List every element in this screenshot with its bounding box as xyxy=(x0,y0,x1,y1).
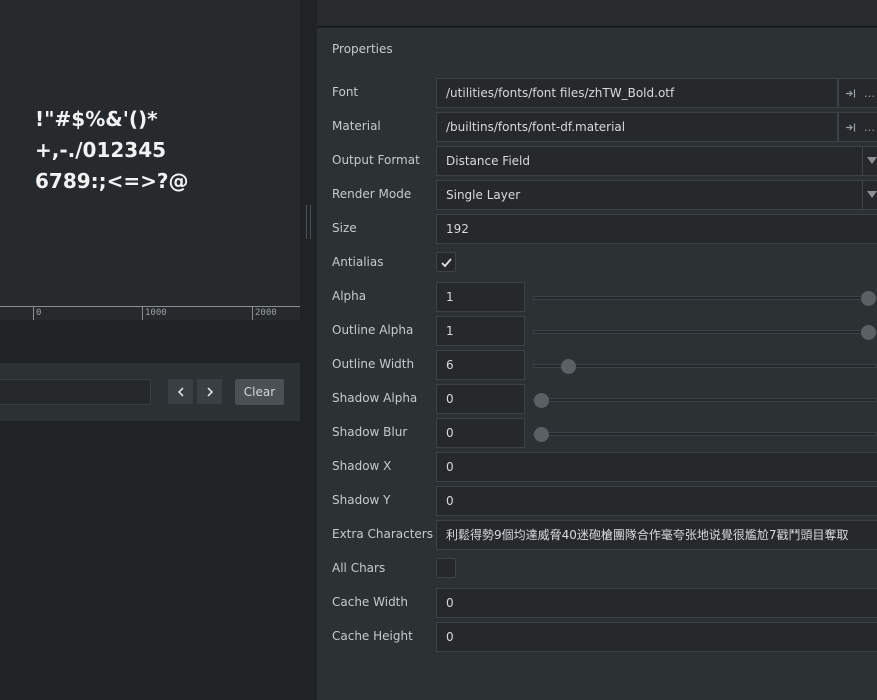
cache-height-field[interactable]: 0 xyxy=(436,622,877,652)
material-path-field[interactable]: /builtins/fonts/font-df.material xyxy=(436,112,838,142)
outline-alpha-slider[interactable] xyxy=(533,325,877,340)
property-label: Extra Characters xyxy=(332,527,433,541)
panel-title: Properties xyxy=(332,42,393,56)
ruler-tick xyxy=(252,307,253,320)
ellipsis-icon[interactable]: … xyxy=(864,121,875,134)
render-mode-select[interactable]: Single Layer xyxy=(436,180,877,210)
slider-knob[interactable] xyxy=(861,325,876,340)
slider-knob[interactable] xyxy=(861,291,876,306)
ruler-label: 2000 xyxy=(255,308,277,318)
chevron-down-icon[interactable] xyxy=(862,181,877,209)
glyph-line: 6789:;<=>?@ xyxy=(35,169,189,193)
property-label: Size xyxy=(332,221,357,235)
property-cache-width: Cache Width 0 xyxy=(317,588,877,618)
slider-knob[interactable] xyxy=(534,427,549,442)
property-label: Shadow Y xyxy=(332,493,391,507)
antialias-checkbox[interactable] xyxy=(436,252,456,272)
ruler-tick xyxy=(142,307,143,320)
property-shadow-alpha: Shadow Alpha 0 xyxy=(317,384,877,414)
console-output xyxy=(0,421,300,700)
glyph-line: +,-./012345 xyxy=(35,138,167,162)
clear-button[interactable]: Clear xyxy=(235,379,284,405)
console-search-input[interactable] xyxy=(0,379,151,405)
property-font: Font /utilities/fonts/font files/zhTW_Bo… xyxy=(317,78,877,108)
properties-header-strip xyxy=(317,0,877,27)
property-label: All Chars xyxy=(332,561,386,575)
property-antialias: Antialias xyxy=(317,248,877,278)
property-shadow-x: Shadow X 0 xyxy=(317,452,877,482)
properties-panel: Properties Font /utilities/fonts/font fi… xyxy=(317,28,877,700)
property-alpha: Alpha 1 xyxy=(317,282,877,312)
all-chars-checkbox[interactable] xyxy=(436,558,456,578)
property-label: Antialias xyxy=(332,255,384,269)
property-label: Material xyxy=(332,119,381,133)
property-render-mode: Render Mode Single Layer xyxy=(317,180,877,210)
shadow-blur-field[interactable]: 0 xyxy=(436,418,525,448)
property-all-chars: All Chars xyxy=(317,554,877,584)
property-label: Outline Width xyxy=(332,357,415,371)
property-cache-height: Cache Height 0 xyxy=(317,622,877,652)
glyph-line: !"#$%&'()* xyxy=(35,107,158,131)
ruler-label: 1000 xyxy=(145,308,167,318)
size-field[interactable]: 192 xyxy=(436,214,877,244)
chevron-left-icon xyxy=(177,386,184,397)
property-label: Shadow X xyxy=(332,459,392,473)
shadow-alpha-slider[interactable] xyxy=(533,393,877,408)
extra-characters-field[interactable]: 利鬆得勢9個均達威脅40迷砲槍團隊合作毫夸张地说覺很尷尬7戳鬥頭目奪取 xyxy=(436,520,877,550)
property-label: Alpha xyxy=(332,289,367,303)
property-label: Cache Width xyxy=(332,595,408,609)
chevron-right-icon xyxy=(206,386,213,397)
select-value: Single Layer xyxy=(446,188,521,202)
arrow-into-bar-icon[interactable] xyxy=(845,122,856,133)
divider-grip-handle[interactable] xyxy=(306,205,311,239)
split-divider[interactable] xyxy=(300,0,317,700)
property-outline-alpha: Outline Alpha 1 xyxy=(317,316,877,346)
outline-alpha-field[interactable]: 1 xyxy=(436,316,525,346)
next-button[interactable] xyxy=(197,379,222,404)
property-label: Cache Height xyxy=(332,629,413,643)
editor-window: !"#$%&'()* +,-./012345 6789:;<=>?@ 0 1000 … xyxy=(0,0,877,700)
panel-tab-strip xyxy=(0,320,300,363)
property-material: Material /builtins/fonts/font-df.materia… xyxy=(317,112,877,142)
shadow-blur-slider[interactable] xyxy=(533,427,877,442)
shadow-y-field[interactable]: 0 xyxy=(436,486,877,516)
font-path-field[interactable]: /utilities/fonts/font files/zhTW_Bold.ot… xyxy=(436,78,838,108)
outline-width-field[interactable]: 6 xyxy=(436,350,525,380)
alpha-slider[interactable] xyxy=(533,291,877,306)
alpha-field[interactable]: 1 xyxy=(436,282,525,312)
property-shadow-y: Shadow Y 0 xyxy=(317,486,877,516)
font-preview-viewport[interactable]: !"#$%&'()* +,-./012345 6789:;<=>?@ 0 1000 … xyxy=(0,0,300,320)
ruler-label: 0 xyxy=(36,308,42,318)
font-path-actions: … xyxy=(838,78,877,108)
arrow-into-bar-icon[interactable] xyxy=(845,88,856,99)
console-toolbar: Clear xyxy=(0,363,300,421)
select-value: Distance Field xyxy=(446,154,530,168)
cache-width-field[interactable]: 0 xyxy=(436,588,877,618)
chevron-down-icon[interactable] xyxy=(862,147,877,175)
slider-knob[interactable] xyxy=(534,393,549,408)
property-label: Outline Alpha xyxy=(332,323,414,337)
property-extra-characters: Extra Characters 利鬆得勢9個均達威脅40迷砲槍團隊合作毫夸张地… xyxy=(317,520,877,550)
slider-knob[interactable] xyxy=(561,359,577,374)
glyph-preview-text: !"#$%&'()* +,-./012345 6789:;<=>?@ xyxy=(35,104,189,197)
property-label: Output Format xyxy=(332,153,420,167)
ruler-tick xyxy=(33,307,34,320)
property-outline-width: Outline Width 6 xyxy=(317,350,877,380)
property-size: Size 192 xyxy=(317,214,877,244)
previous-button[interactable] xyxy=(168,379,193,404)
output-format-select[interactable]: Distance Field xyxy=(436,146,877,176)
horizontal-ruler: 0 1000 2000 xyxy=(0,306,300,320)
ellipsis-icon[interactable]: … xyxy=(864,87,875,100)
property-label: Shadow Blur xyxy=(332,425,408,439)
property-label: Render Mode xyxy=(332,187,412,201)
property-output-format: Output Format Distance Field xyxy=(317,146,877,176)
check-icon xyxy=(440,257,452,267)
material-path-actions: … xyxy=(838,112,877,142)
property-label: Font xyxy=(332,85,359,99)
property-label: Shadow Alpha xyxy=(332,391,418,405)
outline-width-slider[interactable] xyxy=(533,359,877,374)
shadow-alpha-field[interactable]: 0 xyxy=(436,384,525,414)
property-shadow-blur: Shadow Blur 0 xyxy=(317,418,877,448)
shadow-x-field[interactable]: 0 xyxy=(436,452,877,482)
